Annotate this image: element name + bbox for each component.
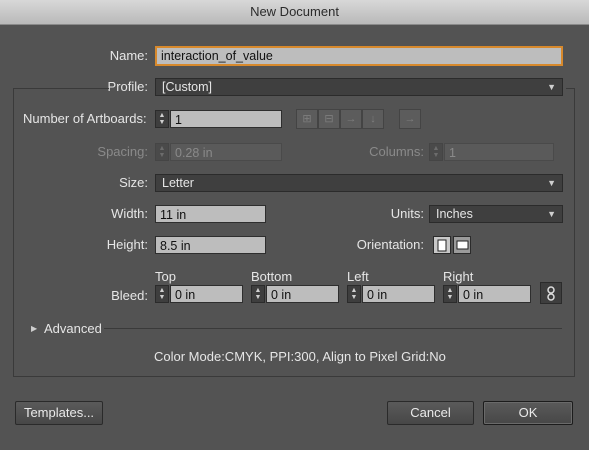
spacing-input: 0.28 in	[170, 143, 282, 161]
orientation-label: Orientation:	[356, 237, 424, 252]
grid-by-column-icon[interactable]: ⊟	[318, 109, 340, 129]
artboards-stepper[interactable]: ▲ ▼	[155, 110, 169, 128]
bleed-left-stepper[interactable]: ▲ ▼	[347, 285, 361, 303]
window-title: New Document	[0, 0, 589, 25]
name-label: Name:	[109, 48, 148, 63]
bleed-top-input[interactable]: 0 in	[170, 285, 243, 303]
disclosure-triangle-icon[interactable]: ▶	[31, 320, 37, 338]
group-divider	[13, 88, 109, 89]
advanced-divider	[104, 328, 562, 329]
width-label: Width:	[111, 206, 148, 221]
name-input[interactable]: interaction_of_value	[155, 46, 563, 66]
bleed-right-stepper[interactable]: ▲ ▼	[443, 285, 457, 303]
chain-link-icon	[547, 285, 555, 301]
size-dropdown[interactable]: Letter ▼	[155, 174, 563, 192]
spacing-label: Spacing:	[97, 144, 148, 159]
chevron-down-icon: ▼	[547, 178, 556, 188]
chevron-down-icon: ▼	[547, 209, 556, 219]
chain-link-button[interactable]	[540, 282, 562, 304]
units-label: Units:	[390, 206, 424, 221]
units-value: Inches	[436, 207, 473, 221]
bleed-label: Bleed:	[111, 288, 148, 303]
arrange-by-row-icon[interactable]: →	[340, 109, 362, 129]
document-summary: Color Mode:CMYK, PPI:300, Align to Pixel…	[154, 349, 446, 364]
bleed-top-label: Top	[155, 269, 176, 284]
cancel-button[interactable]: Cancel	[387, 401, 474, 425]
landscape-orientation-button[interactable]	[453, 236, 471, 254]
right-to-left-arrow-icon[interactable]: →	[399, 109, 421, 129]
templates-button[interactable]: Templates...	[15, 401, 103, 425]
artboards-label: Number of Artboards:	[23, 111, 147, 126]
size-value: Letter	[162, 176, 194, 190]
landscape-icon	[456, 240, 468, 250]
bleed-right-label: Right	[443, 269, 474, 284]
grid-by-row-icon[interactable]: ⊞	[296, 109, 318, 129]
bleed-bottom-stepper[interactable]: ▲ ▼	[251, 285, 265, 303]
size-label: Size:	[119, 175, 148, 190]
width-input[interactable]: 11 in	[155, 205, 266, 223]
group-divider	[566, 88, 574, 89]
height-label: Height:	[106, 237, 148, 252]
artboards-input[interactable]: 1	[170, 110, 282, 128]
portrait-orientation-button[interactable]	[433, 236, 451, 254]
bleed-right-input[interactable]: 0 in	[458, 285, 531, 303]
bleed-bottom-input[interactable]: 0 in	[266, 285, 339, 303]
bleed-left-input[interactable]: 0 in	[362, 285, 435, 303]
bleed-bottom-label: Bottom	[251, 269, 293, 284]
bleed-left-label: Left	[347, 269, 369, 284]
advanced-label[interactable]: Advanced	[44, 320, 102, 338]
columns-label: Columns:	[369, 144, 424, 159]
ok-button[interactable]: OK	[483, 401, 573, 425]
bleed-top-stepper[interactable]: ▲ ▼	[155, 285, 169, 303]
units-dropdown[interactable]: Inches ▼	[429, 205, 563, 223]
portrait-icon	[437, 239, 447, 251]
columns-stepper: ▲ ▼	[429, 143, 443, 161]
spacing-stepper: ▲ ▼	[155, 143, 169, 161]
columns-input: 1	[444, 143, 554, 161]
arrange-by-column-icon[interactable]: ↓	[362, 109, 384, 129]
height-input[interactable]: 8.5 in	[155, 236, 266, 254]
